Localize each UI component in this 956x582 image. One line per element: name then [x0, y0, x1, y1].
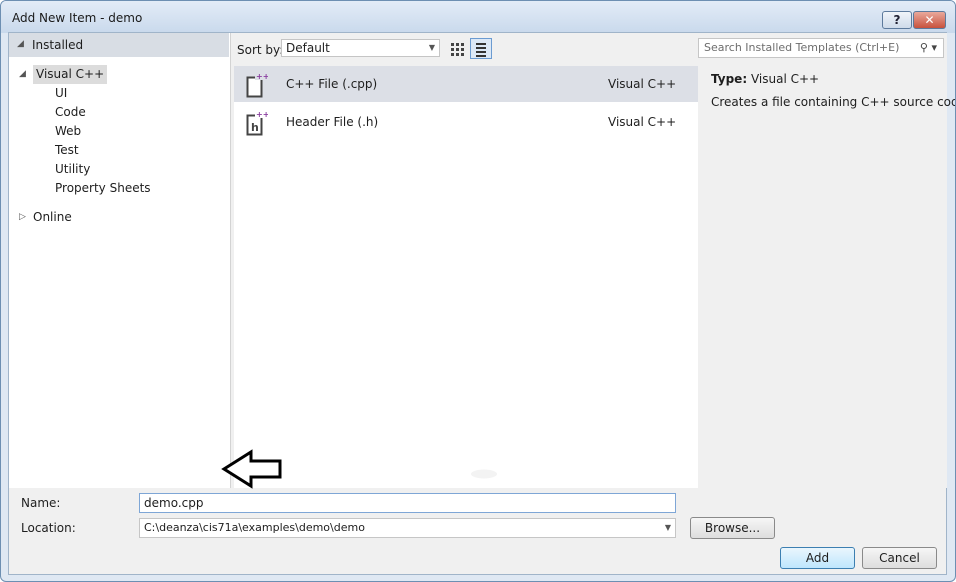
list-view-button[interactable]	[470, 38, 492, 59]
tree-item-test[interactable]: Test	[9, 141, 229, 160]
browse-button[interactable]: Browse...	[690, 517, 775, 539]
location-field[interactable]: C:\deanza\cis71a\examples\demo\demo ▼	[139, 518, 676, 538]
item-form: Name: demo.cpp Location: C:\deanza\cis71…	[9, 488, 946, 574]
tree-item-label: Web	[55, 124, 82, 138]
name-field[interactable]: demo.cpp	[139, 493, 676, 513]
tree-item-label: UI	[55, 86, 68, 100]
search-input[interactable]: Search Installed Templates (Ctrl+E) ⚲ ▾	[698, 38, 944, 58]
tree-item-label: Utility	[55, 162, 91, 176]
sort-toolbar: Sort by: Default ▼	[231, 33, 698, 64]
medium-icons-view-button[interactable]	[446, 38, 468, 59]
template-item-cpp[interactable]: ++ C++ File (.cpp) Visual C++	[234, 66, 698, 102]
name-label: Name:	[21, 496, 61, 510]
cloud-artifact-icon	[471, 469, 497, 479]
template-name: C++ File (.cpp)	[286, 77, 378, 91]
header-file-icon: ++ h	[246, 110, 268, 136]
dropdown-arrow-icon[interactable]: ▼	[665, 519, 671, 537]
tree-item-label: Property Sheets	[55, 181, 151, 195]
template-item-header[interactable]: ++ h Header File (.h) Visual C++	[234, 104, 698, 140]
type-key: Type:	[711, 72, 748, 86]
tree-item-visual-cpp[interactable]: ◢ Visual C++	[9, 65, 229, 84]
help-button[interactable]: ?	[882, 11, 912, 29]
tree-item-ui[interactable]: UI	[9, 84, 229, 103]
dialog-body: ◢ Installed ◢ Visual C++ UI Code Web Tes…	[8, 32, 955, 575]
svg-text:++: ++	[256, 110, 268, 119]
tree-item-code[interactable]: Code	[9, 103, 229, 122]
svg-text:++: ++	[256, 72, 268, 81]
template-name: Header File (.h)	[286, 115, 379, 129]
tree-item-label: Test	[55, 143, 79, 157]
add-button[interactable]: Add	[780, 547, 855, 569]
tree-item-property-sheets[interactable]: Property Sheets	[9, 179, 229, 198]
close-button[interactable]: ✕	[913, 11, 946, 29]
location-label: Location:	[21, 521, 76, 535]
template-language: Visual C++	[608, 77, 677, 91]
collapse-arrow-icon[interactable]: ◢	[17, 39, 24, 49]
installed-label: Installed	[32, 38, 84, 52]
window-title: Add New Item - demo	[12, 11, 143, 25]
template-tree: ◢ Installed ◢ Visual C++ UI Code Web Tes…	[9, 33, 231, 488]
search-placeholder: Search Installed Templates (Ctrl+E)	[704, 41, 900, 54]
dropdown-arrow-icon: ▼	[428, 43, 435, 52]
template-description: Creates a file containing C++ source cod…	[711, 95, 956, 109]
expand-arrow-icon[interactable]: ◢	[19, 65, 26, 84]
add-new-item-dialog: Add New Item - demo ? ✕ ◢ Installed ◢ Vi…	[0, 0, 956, 582]
annotation-arrow-icon	[221, 449, 282, 489]
sort-label: Sort by:	[237, 43, 284, 57]
type-value: Visual C++	[750, 72, 820, 86]
type-info: Type: Visual C++	[711, 72, 819, 86]
svg-text:h: h	[251, 121, 259, 134]
sort-dropdown[interactable]: Default ▼	[281, 39, 440, 57]
cancel-button[interactable]: Cancel	[862, 547, 937, 569]
tree-item-label: Visual C++	[33, 65, 108, 84]
template-list: ++ C++ File (.cpp) Visual C++ ++ h Heade…	[234, 66, 698, 488]
tree-item-web[interactable]: Web	[9, 122, 229, 141]
tree-item-utility[interactable]: Utility	[9, 160, 229, 179]
sort-value: Default	[286, 41, 330, 55]
details-pane: Search Installed Templates (Ctrl+E) ⚲ ▾ …	[698, 33, 955, 488]
expand-arrow-icon[interactable]: ▷	[19, 208, 26, 227]
title-bar: Add New Item - demo ? ✕	[1, 1, 955, 33]
cpp-file-icon: ++	[246, 72, 268, 98]
tree-item-online[interactable]: ▷ Online	[9, 208, 229, 227]
template-language: Visual C++	[608, 115, 677, 129]
location-value: C:\deanza\cis71a\examples\demo\demo	[144, 521, 365, 534]
installed-header[interactable]: ◢ Installed	[9, 33, 229, 57]
tree-item-label: Online	[33, 210, 72, 224]
search-icon[interactable]: ⚲ ▾	[920, 39, 937, 57]
tree-item-label: Code	[55, 105, 86, 119]
